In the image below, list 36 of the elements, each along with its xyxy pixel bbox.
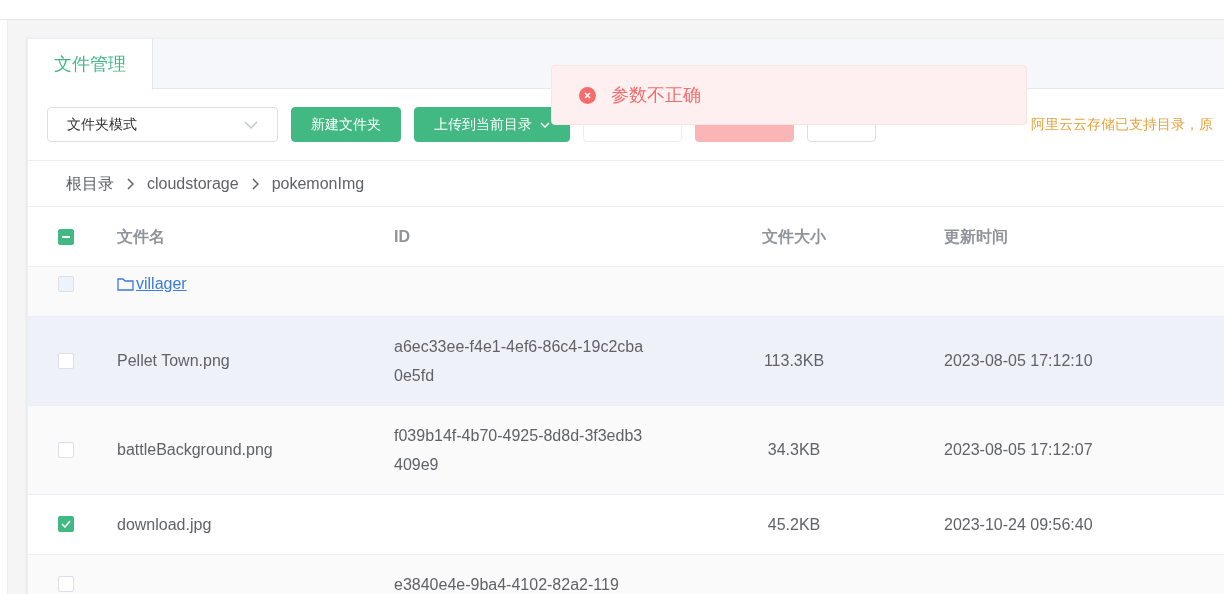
toast-message: 参数不正确 [611,83,701,107]
update-time: 2023-08-05 17:12:10 [944,352,1093,369]
check-icon [61,520,71,528]
select-value: 文件夹模式 [67,115,137,134]
file-name: download.jpg [117,515,212,533]
file-name: battleBackground.png [117,441,273,458]
breadcrumb-item[interactable]: pokemonImg [271,171,365,196]
chevron-down-icon [244,120,258,129]
column-header: 更新时间 [944,227,1008,245]
mode-select[interactable]: 文件夹模式 [47,107,278,142]
table-row[interactable]: download.jpg 45.2KB 2023-10-24 09:56:40 [28,494,1224,555]
checkbox[interactable] [58,516,74,532]
update-time: 2023-08-05 17:12:07 [944,441,1093,458]
column-header: 文件名 [117,227,165,245]
table-row[interactable]: e3840e4e-9ba4-4102-82a2-119 [28,554,1224,594]
breadcrumb-item[interactable]: 根目录 [66,171,114,196]
file-name: Pellet Town.png [117,352,230,369]
update-time: 2023-10-24 09:56:40 [944,515,1093,533]
column-header: 文件大小 [762,227,826,245]
column-header: ID [394,227,410,245]
file-id: f039b14f-4b70-4925-8d8d-3f3edb3409e9 [394,426,643,473]
file-size: 45.2KB [767,515,821,533]
chevron-right-icon [251,177,259,190]
table-row[interactable]: Pellet Town.png a6ec33ee-f4e1-4ef6-86c4-19c2cba0e5fd 113.3KB 2023-08-05 17:12:10 [28,316,1224,406]
folder-icon [117,276,134,291]
notice-text: 阿里云云存储已支持目录，原 [1031,115,1213,134]
error-icon [579,86,596,104]
breadcrumb-item[interactable]: cloudstorage [147,171,239,196]
file-size: 34.3KB [767,441,821,458]
minus-icon [62,235,70,238]
file-size: 113.3KB [763,352,825,369]
file-id: a6ec33ee-f4e1-4ef6-86c4-19c2cba0e5fd [394,337,644,384]
checkbox[interactable] [58,228,74,245]
file-id: e3840e4e-9ba4-4102-82a2-119 [394,575,619,593]
chevron-right-icon [127,177,134,190]
table-row[interactable]: battleBackground.png f039b14f-4b70-4925-8d8d-3f3edb3409e9 34.3KB 2023-08-05 17:12:07 [28,405,1224,495]
